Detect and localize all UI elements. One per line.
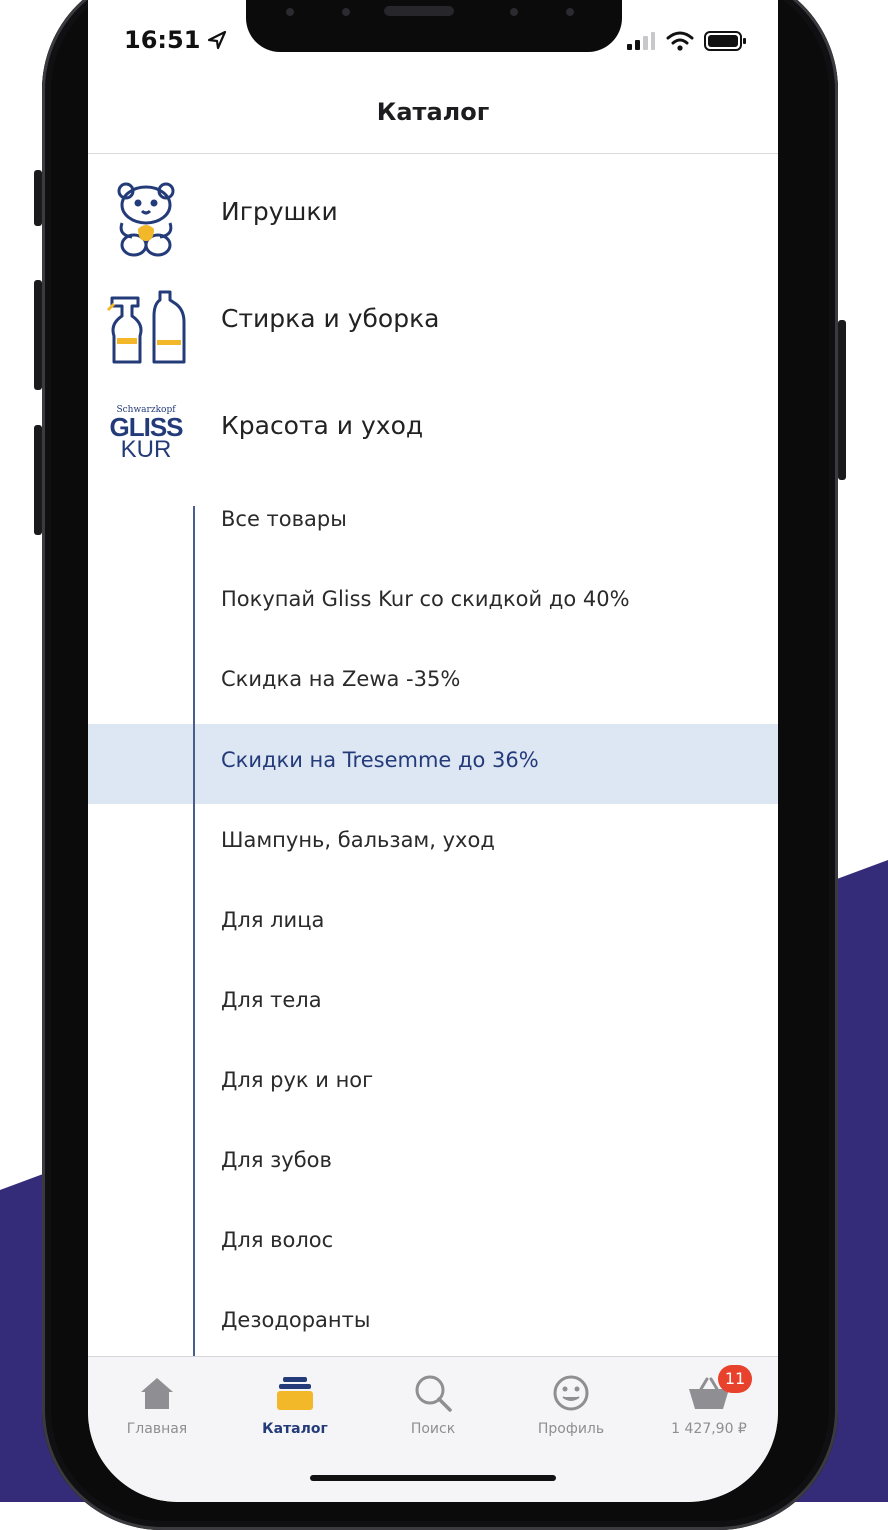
side-button xyxy=(838,320,846,480)
subcategory-label: Дезодоранты xyxy=(221,1308,371,1332)
location-arrow-icon xyxy=(208,30,227,50)
subcategory-item[interactable]: Для рук и ног xyxy=(88,1044,778,1124)
subcategory-label: Для волос xyxy=(221,1228,334,1252)
category-label: Красота и уход xyxy=(221,411,424,440)
subcategory-item-selected[interactable]: Скидки на Tresemme до 36% xyxy=(88,724,778,804)
search-icon xyxy=(415,1375,452,1412)
side-button xyxy=(34,280,42,390)
subcategory-item[interactable]: Для волос xyxy=(88,1204,778,1284)
subcategory-item[interactable]: Дезодоранты xyxy=(88,1284,778,1364)
cart-badge: 11 xyxy=(718,1365,752,1393)
battery-icon xyxy=(704,31,746,51)
subcategory-item[interactable]: Для зубов xyxy=(88,1124,778,1204)
tab-label: Главная xyxy=(126,1421,188,1437)
cart-total: 1 427,90 ₽ xyxy=(671,1421,747,1437)
tab-label: Каталог xyxy=(262,1421,328,1437)
cleaning-bottles-icon xyxy=(106,290,186,364)
subcategory-label: Покупай Gliss Kur со скидкой до 40% xyxy=(221,587,630,611)
tab-home[interactable]: Главная xyxy=(88,1371,226,1437)
subcategory-item[interactable]: Шампунь, бальзам, уход xyxy=(88,804,778,884)
logo-line: KUR xyxy=(120,436,172,463)
subcategory-label: Скидка на Zewa -35% xyxy=(221,667,461,691)
status-time: 16:51 xyxy=(124,26,201,54)
wifi-icon xyxy=(666,31,694,51)
side-button xyxy=(34,425,42,535)
subcategory-item[interactable]: Для лица xyxy=(88,884,778,964)
category-label: Игрушки xyxy=(221,197,338,226)
side-button xyxy=(34,170,42,226)
home-indicator[interactable] xyxy=(310,1475,556,1481)
tab-profile[interactable]: Профиль xyxy=(502,1371,640,1437)
smiley-icon xyxy=(553,1375,589,1411)
category-item-beauty[interactable]: Schwarzkopf GLISS KUR Красота и уход xyxy=(88,377,778,477)
status-icons xyxy=(626,30,748,52)
camera-notch xyxy=(246,0,622,52)
subcategory-label: Для рук и ног xyxy=(221,1068,374,1092)
subcategory-tree-line xyxy=(193,506,195,1358)
header-divider xyxy=(88,153,778,154)
category-item-laundry[interactable]: Стирка и уборка xyxy=(88,270,778,370)
gliss-kur-logo: Schwarzkopf GLISS KUR xyxy=(104,393,188,473)
app-screen: 16:51 Каталог Игрушки Стирка и уборка Sc… xyxy=(88,0,778,1502)
subcategory-item[interactable]: Скидка на Zewa -35% xyxy=(88,643,778,723)
subcategory-label: Для тела xyxy=(221,988,322,1012)
subcategory-item[interactable]: Для тела xyxy=(88,964,778,1044)
tab-label: Профиль xyxy=(537,1421,605,1437)
category-item-toys[interactable]: Игрушки xyxy=(88,163,778,263)
tab-cart[interactable]: 11 1 427,90 ₽ xyxy=(640,1365,778,1437)
subcategory-item[interactable]: Покупай Gliss Kur со скидкой до 40% xyxy=(88,563,778,643)
subcategory-label: Шампунь, бальзам, уход xyxy=(221,828,495,852)
subcategory-label: Скидки на Tresemme до 36% xyxy=(221,748,539,772)
signal-icon xyxy=(627,32,655,50)
subcategory-label: Для зубов xyxy=(221,1148,332,1172)
status-bar-time: 16:51 xyxy=(124,26,228,54)
subcategory-label: Все товары xyxy=(221,507,347,531)
home-icon xyxy=(141,1378,173,1409)
teddy-bear-icon xyxy=(117,182,175,257)
tab-label: Поиск xyxy=(410,1421,456,1437)
tab-catalog[interactable]: Каталог xyxy=(226,1371,364,1437)
tab-search[interactable]: Поиск xyxy=(364,1371,502,1437)
subcategory-item[interactable]: Все товары xyxy=(88,483,778,563)
category-label: Стирка и уборка xyxy=(221,304,440,333)
catalog-icon xyxy=(277,1377,313,1410)
page-title: Каталог xyxy=(376,98,490,126)
subcategory-label: Для лица xyxy=(221,908,325,932)
